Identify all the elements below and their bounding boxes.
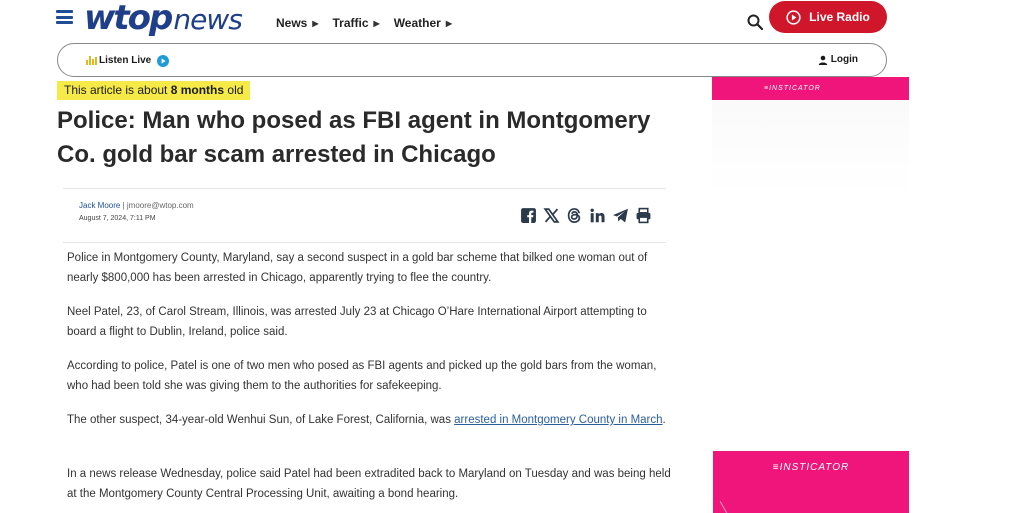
ad-brand-label: ≡INSTICATOR [764,85,821,92]
listen-live-label[interactable]: Listen Live [99,55,151,66]
nav-item-weather[interactable]: Weather ▶ [394,16,452,30]
login-button[interactable]: Login [818,54,858,65]
search-icon[interactable] [747,14,763,30]
listen-live-bar: Listen Live Login [57,43,887,77]
byline-divider [63,188,666,189]
live-radio-label: Live Radio [809,10,870,24]
chevron-right-icon: ▶ [445,18,452,28]
age-suffix: old [224,83,244,97]
nav-item-traffic[interactable]: Traffic ▶ [333,16,380,30]
telegram-icon[interactable] [612,207,629,224]
article-age-badge: This article is about 8 months old [57,81,251,100]
print-icon[interactable] [635,207,652,224]
ad-banner-top[interactable]: ≡INSTICATOR [712,77,909,100]
chevron-right-icon: ▶ [312,18,319,28]
hamburger-icon[interactable] [56,10,73,24]
article-paragraph: In a news release Wednesday, police said… [67,468,671,500]
ad-decoration [719,481,775,513]
threads-icon[interactable] [566,207,583,224]
byline-divider [63,242,666,243]
age-value: 8 months [170,83,225,97]
author-email: | jmoore@wtop.com [120,201,194,210]
play-circle-icon [786,9,801,25]
linkedin-icon[interactable] [589,207,606,224]
arrested-in-march-link[interactable]: arrested in Montgomery County in March [454,414,662,426]
site-logo[interactable]: wtop news [84,0,243,38]
article-paragraph: Neel Patel, 23, of Carol Stream, Illinoi… [67,306,647,338]
x-icon[interactable] [543,207,560,224]
nav-item-news[interactable]: News ▶ [276,16,319,30]
paragraph-text: The other suspect, 34-year-old Wenhui Su… [67,414,455,426]
article-paragraph: The other suspect, 34-year-old Wenhui Su… [67,411,679,431]
article-date: August 7, 2024, 7:11 PM [79,215,156,222]
login-label: Login [830,54,858,65]
paragraph-text: . [662,414,666,426]
audio-bars-icon [86,56,97,65]
play-circle-icon[interactable] [157,55,169,67]
nav-item-label: News [276,16,308,30]
user-icon [818,55,827,65]
ad-brand-label: ≡INSTICATOR [772,462,850,473]
ad-placeholder [712,100,909,195]
byline-author: Jack Moore | jmoore@wtop.com [79,201,194,210]
ad-banner-bottom[interactable]: ≡INSTICATOR [713,451,909,513]
chevron-right-icon: ▶ [373,18,380,28]
article-paragraph: According to police, Patel is one of two… [67,360,657,392]
article-headline: Police: Man who posed as FBI agent in Mo… [57,107,651,168]
age-prefix: This article is about [64,83,171,97]
logo-news-text: news [173,3,242,36]
main-nav: News ▶ Traffic ▶ Weather ▶ [276,16,452,30]
nav-item-label: Traffic [332,16,369,30]
facebook-icon[interactable] [520,207,537,224]
share-bar [520,207,652,224]
logo-wtop-text: wtop [84,0,173,38]
author-name-link[interactable]: Jack Moore [79,201,120,210]
article-paragraph: Police in Montgomery County, Maryland, s… [67,252,648,284]
site-header: wtop news News ▶ Traffic ▶ Weather ▶ Liv… [0,0,1024,42]
nav-item-label: Weather [393,16,441,30]
live-radio-button[interactable]: Live Radio [769,1,887,33]
